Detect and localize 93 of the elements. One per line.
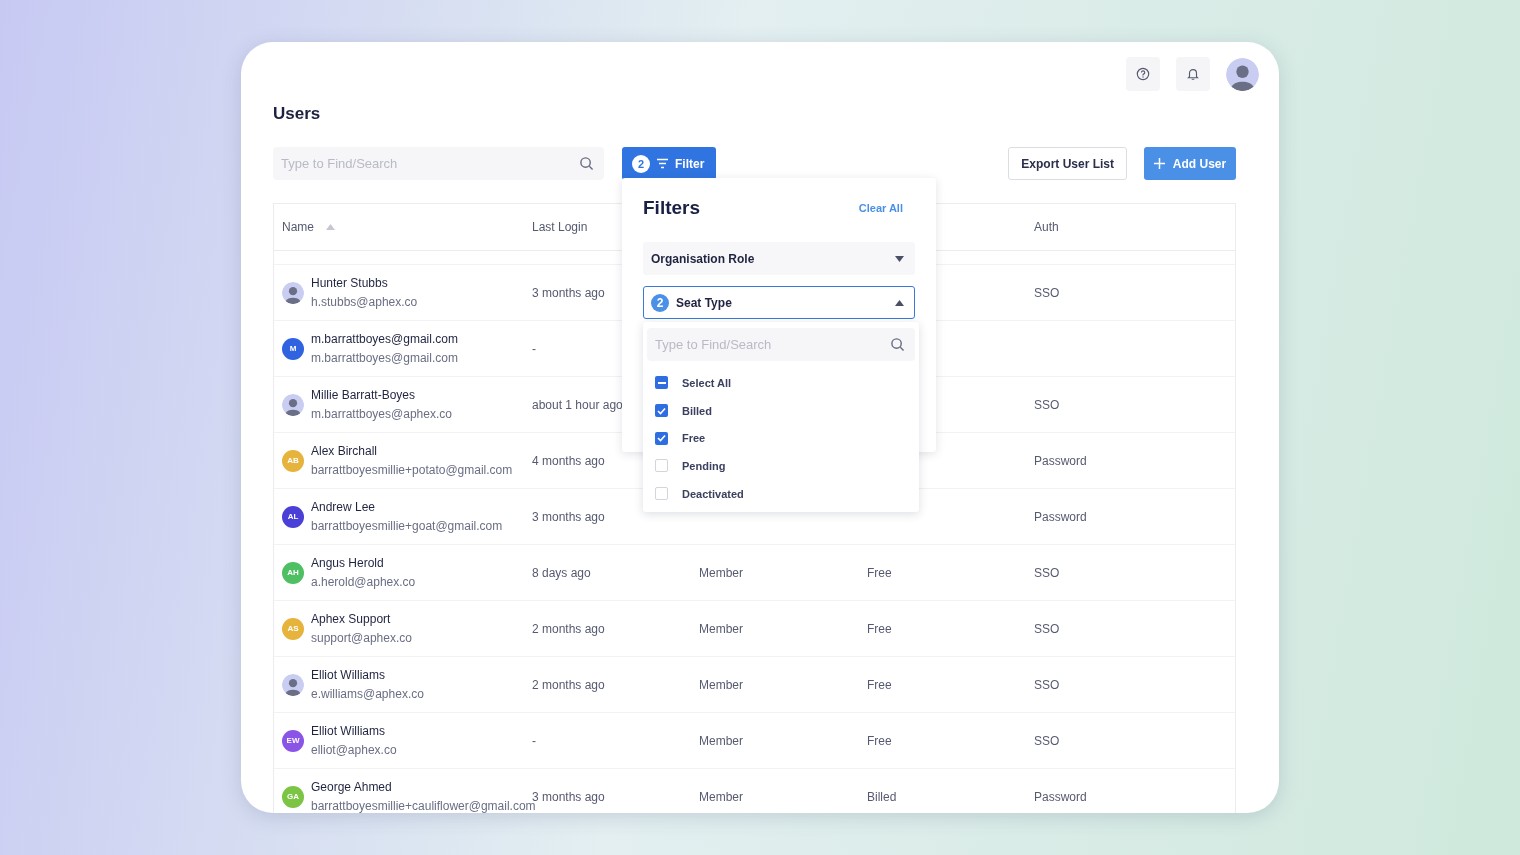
initials-avatar: AB xyxy=(282,449,304,472)
initials-avatar: AL xyxy=(282,505,304,528)
user-name: Elliot Williams xyxy=(311,724,386,738)
filter-icon xyxy=(656,158,669,169)
table-cell: Password xyxy=(1034,789,1087,804)
checkbox[interactable] xyxy=(655,431,668,445)
table-cell: SSO xyxy=(1034,733,1060,748)
checkbox[interactable] xyxy=(655,404,668,418)
notification-bell-button[interactable] xyxy=(1176,57,1210,91)
option-label[interactable]: Select All xyxy=(682,376,732,389)
initials-avatar: GA xyxy=(282,785,304,808)
option-label[interactable]: Free xyxy=(682,432,706,445)
table-cell: Member xyxy=(699,789,743,804)
table-cell: - xyxy=(532,733,536,748)
table-cell: SSO xyxy=(1034,397,1060,412)
table-cell: Free xyxy=(867,565,892,580)
caret-icon xyxy=(895,255,904,262)
table-cell: Member xyxy=(699,677,743,692)
filter-dropdown[interactable]: 2 Seat Type xyxy=(643,286,915,319)
table-cell: SSO xyxy=(1034,621,1060,636)
filter-count-badge: 2 xyxy=(651,293,669,312)
table-cell: 3 months ago xyxy=(532,285,605,300)
option-label[interactable]: Pending xyxy=(682,459,726,472)
user-name: Aphex Support xyxy=(311,612,392,626)
option-label[interactable]: Deactivated xyxy=(682,487,744,500)
checkbox[interactable] xyxy=(655,376,668,390)
table-cell: Member xyxy=(699,565,743,580)
table-cell: Member xyxy=(699,621,743,636)
user-name: Hunter Stubbs xyxy=(311,276,389,290)
column-header[interactable]: Name xyxy=(282,220,314,234)
table-cell: Free xyxy=(867,621,892,636)
user-name: m.barrattboyes@gmail.com xyxy=(311,332,458,346)
initials-avatar: AH xyxy=(282,561,304,584)
table-cell: 2 months ago xyxy=(532,677,605,692)
table-cell: 4 months ago xyxy=(532,453,605,468)
initials-avatar: EW xyxy=(282,729,304,752)
search-field[interactable]: Type to Find/Search xyxy=(647,328,915,361)
help-icon xyxy=(1136,67,1150,81)
user-email: barrattboyesmillie+potato@gmail.com xyxy=(311,463,513,477)
filters-title: Filters xyxy=(643,197,701,219)
filter-count-badge: 2 xyxy=(632,154,650,173)
initials-avatar: M xyxy=(282,337,304,360)
export-button[interactable]: Export User List xyxy=(1008,147,1127,180)
table-cell: Password xyxy=(1034,509,1087,524)
user-email: barrattboyesmillie+goat@gmail.com xyxy=(311,519,503,533)
user-name: Alex Birchall xyxy=(311,444,379,458)
user-email: a.herold@aphex.co xyxy=(311,575,416,589)
table-cell: Free xyxy=(867,733,892,748)
filter-dropdown[interactable]: Organisation Role xyxy=(643,242,915,275)
bell-icon xyxy=(1186,67,1200,81)
check-icon xyxy=(657,406,666,415)
checkbox[interactable] xyxy=(655,459,668,473)
table-cell: 8 days ago xyxy=(532,565,591,580)
user-email: elliot@aphex.co xyxy=(311,743,397,757)
plus-icon xyxy=(1153,158,1165,169)
user-name: George Ahmed xyxy=(311,780,393,794)
user-email: support@aphex.co xyxy=(311,631,412,645)
table-cell: SSO xyxy=(1034,565,1060,580)
user-name: Elliot Williams xyxy=(311,668,386,682)
avatar-silhouette xyxy=(282,393,304,416)
user-name: Andrew Lee xyxy=(311,500,377,514)
search-icon xyxy=(579,156,594,171)
table-cell: Free xyxy=(867,677,892,692)
user-email: m.barrattboyes@gmail.com xyxy=(311,351,458,365)
user-email: e.williams@aphex.co xyxy=(311,687,424,701)
table-cell: 2 months ago xyxy=(532,621,605,636)
table-cell: Billed xyxy=(867,789,897,804)
user-email: m.barrattboyes@aphex.co xyxy=(311,407,452,421)
table-cell: Member xyxy=(699,733,743,748)
user-avatar[interactable] xyxy=(1226,57,1259,91)
user-name: Millie Barratt-Boyes xyxy=(311,388,417,402)
user-email: h.stubbs@aphex.co xyxy=(311,295,418,309)
table-cell: about 1 hour ago xyxy=(532,397,623,412)
filter-button[interactable]: 2 Filter xyxy=(622,147,716,180)
column-header[interactable]: Auth xyxy=(1034,220,1235,234)
user-name: Angus Herold xyxy=(311,556,385,570)
table-cell: SSO xyxy=(1034,677,1060,692)
check-icon xyxy=(657,434,666,443)
minus-icon xyxy=(657,381,666,384)
checkbox[interactable] xyxy=(655,487,668,501)
caret-icon xyxy=(895,299,904,306)
avatar-silhouette xyxy=(282,673,304,696)
table-cell: 3 months ago xyxy=(532,509,605,524)
table-cell: Password xyxy=(1034,453,1087,468)
search-icon xyxy=(890,337,905,352)
table-cell: SSO xyxy=(1034,285,1060,300)
help-button[interactable] xyxy=(1126,57,1160,91)
page-title: Users xyxy=(273,104,322,124)
initials-avatar: AS xyxy=(282,617,304,640)
option-label[interactable]: Billed xyxy=(682,404,712,417)
table-cell: - xyxy=(532,341,536,356)
search-field[interactable]: Type to Find/Search xyxy=(273,147,604,180)
avatar-silhouette xyxy=(282,281,304,304)
